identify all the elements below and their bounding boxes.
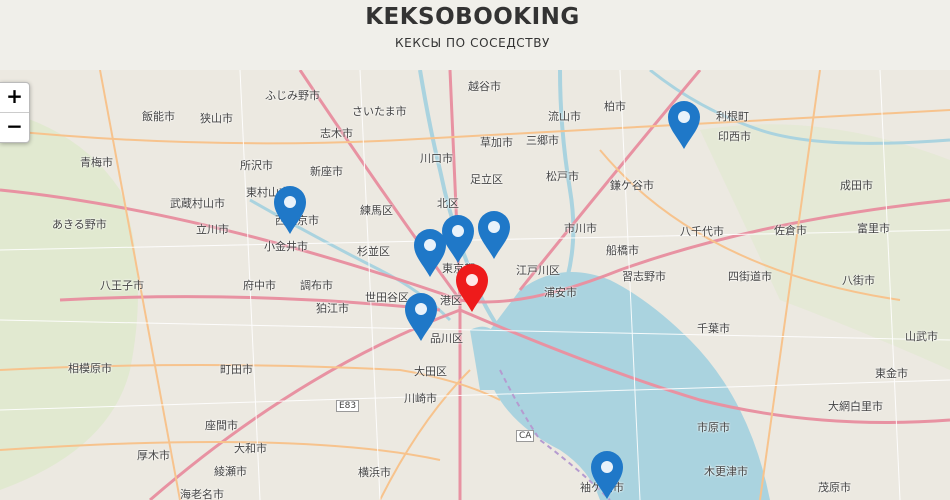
map-label: 府中市	[243, 279, 276, 292]
site-subtitle: КЕКСЫ ПО СОСЕДСТВУ	[395, 36, 550, 50]
map-label: 新座市	[310, 165, 343, 178]
zoom-control: + −	[0, 82, 30, 143]
map-label: 足立区	[470, 173, 503, 186]
site-header: KEKSOBOOKING КЕКСЫ ПО СОСЕДСТВУ	[0, 0, 950, 70]
map-label: 志木市	[320, 127, 353, 140]
road-shield: CA	[516, 430, 535, 442]
map[interactable]: ふじみ野市 さいたま市 越谷市 柏市 飯能市 狭山市 志木市 流山市 草加市 三…	[0, 70, 950, 500]
map-label: 三郷市	[526, 134, 559, 147]
map-label: 鎌ケ谷市	[610, 179, 654, 192]
map-label: 東金市	[875, 367, 908, 380]
map-label: 八千代市	[680, 225, 724, 238]
map-label: 立川市	[196, 223, 229, 236]
map-label: 厚木市	[137, 449, 170, 462]
map-label: 千葉市	[697, 322, 730, 335]
map-label: 越谷市	[468, 80, 501, 93]
map-label: 武蔵村山市	[170, 197, 225, 210]
map-pin[interactable]	[589, 450, 625, 500]
map-label: 市川市	[564, 222, 597, 235]
map-label: 川口市	[420, 152, 453, 165]
map-label: 北区	[437, 197, 459, 210]
map-label: 海老名市	[180, 488, 224, 500]
map-pin[interactable]	[440, 214, 476, 264]
map-label: 習志野市	[622, 270, 666, 283]
map-label: 相模原市	[68, 362, 112, 375]
map-label: 所沢市	[240, 159, 273, 172]
map-label: 松戸市	[546, 170, 579, 183]
map-label: 木更津市	[704, 465, 748, 478]
map-label: ふじみ野市	[265, 89, 320, 102]
map-label: 成田市	[840, 179, 873, 192]
map-label: 座間市	[205, 419, 238, 432]
zoom-in-button[interactable]: +	[0, 83, 29, 113]
map-label: 茂原市	[818, 481, 851, 494]
map-label: 富里市	[857, 222, 890, 235]
map-label: 綾瀬市	[214, 465, 247, 478]
map-pin[interactable]	[476, 210, 512, 260]
site-title[interactable]: KEKSOBOOKING	[0, 4, 945, 30]
map-label: 町田市	[220, 363, 253, 376]
road-shield: E83	[336, 400, 360, 412]
map-label: 市原市	[697, 421, 730, 434]
map-label: 八街市	[842, 274, 875, 287]
map-label: 印西市	[718, 130, 751, 143]
map-label: 流山市	[548, 110, 581, 123]
map-label: 大和市	[234, 442, 267, 455]
map-label: 青梅市	[80, 156, 113, 169]
map-label: 飯能市	[142, 110, 175, 123]
map-label: 佐倉市	[774, 224, 807, 237]
map-label: 利根町	[716, 110, 749, 123]
map-label: 大網白里市	[828, 400, 883, 413]
map-pin[interactable]	[272, 185, 308, 235]
main-map-pin[interactable]	[454, 263, 490, 313]
map-label: 川崎市	[404, 392, 437, 405]
map-label: 小金井市	[264, 240, 308, 253]
map-label: さいたま市	[352, 105, 407, 118]
map-label: 練馬区	[360, 204, 393, 217]
map-label: 四街道市	[728, 270, 772, 283]
map-label: 横浜市	[358, 466, 391, 479]
map-label: 船橋市	[606, 244, 639, 257]
map-label: 浦安市	[544, 286, 577, 299]
map-label: 大田区	[414, 365, 447, 378]
zoom-out-button[interactable]: −	[0, 113, 29, 142]
map-label: あきる野市	[52, 218, 107, 231]
map-label: 江戸川区	[516, 264, 560, 277]
map-label: 草加市	[480, 136, 513, 149]
map-label: 八王子市	[100, 279, 144, 292]
map-label: 杉並区	[357, 245, 390, 258]
map-label: 狭山市	[200, 112, 233, 125]
map-pin[interactable]	[403, 292, 439, 342]
map-label: 柏市	[604, 100, 626, 113]
map-label: 調布市	[300, 279, 333, 292]
map-label: 狛江市	[316, 302, 349, 315]
map-pin[interactable]	[666, 100, 702, 150]
map-label: 山武市	[905, 330, 938, 343]
